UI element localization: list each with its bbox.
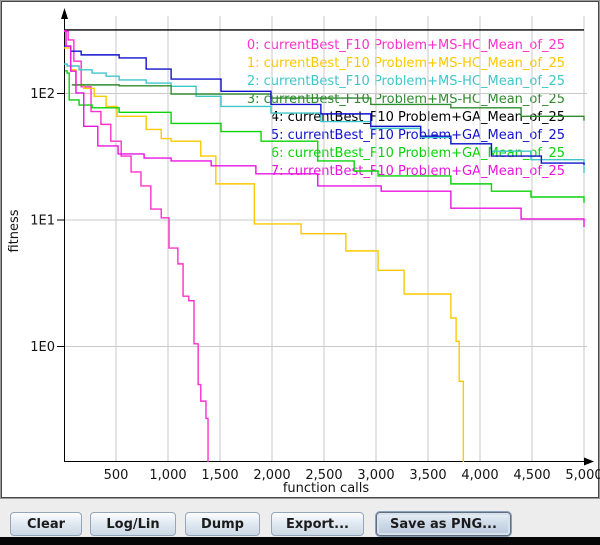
x-tick-label: 500 — [104, 468, 129, 483]
clear-button[interactable]: Clear — [10, 512, 82, 536]
window-bottom-edge — [0, 537, 600, 545]
series-line-0 — [64, 31, 208, 463]
plot-canvas: 1E2 1E1 1E0 500 1,000 1,500 2,000 2,500 3,000 3,5… — [1, 1, 600, 500]
log-lin-button[interactable]: Log/Lin — [90, 512, 176, 536]
x-tick-label: 2,000 — [253, 468, 290, 483]
series-line-1 — [64, 48, 463, 463]
series-line-6 — [65, 71, 584, 203]
x-tick-label: 2,500 — [305, 468, 342, 483]
y-tick-label: 1E1 — [30, 214, 55, 229]
x-tick-label: 3,500 — [409, 468, 446, 483]
x-tick-label: 1,000 — [149, 468, 186, 483]
x-tick-label: 1,500 — [201, 468, 238, 483]
y-tick-label: 1E2 — [30, 87, 55, 102]
series-line-3 — [72, 85, 584, 121]
x-tick-label: 4,000 — [461, 468, 498, 483]
x-tick-label: 4,500 — [513, 468, 550, 483]
plot-window: 0: currentBest_F10 Problem+MS-HC_Mean_of… — [0, 0, 600, 545]
y-axis-arrow-icon — [61, 8, 68, 19]
chart-panel: 0: currentBest_F10 Problem+MS-HC_Mean_of… — [0, 0, 600, 499]
save-as-png-button[interactable]: Save as PNG... — [376, 512, 511, 536]
y-tick-label: 1E0 — [30, 340, 55, 355]
x-tick-label: 3,000 — [357, 468, 394, 483]
x-tick-label: 5,000 — [565, 468, 600, 483]
dump-button[interactable]: Dump — [185, 512, 260, 536]
x-axis-arrow-icon — [584, 458, 594, 466]
export-button[interactable]: Export... — [271, 512, 364, 536]
toolbar: Clear Log/Lin Dump Export... Save as PNG... — [0, 499, 600, 537]
